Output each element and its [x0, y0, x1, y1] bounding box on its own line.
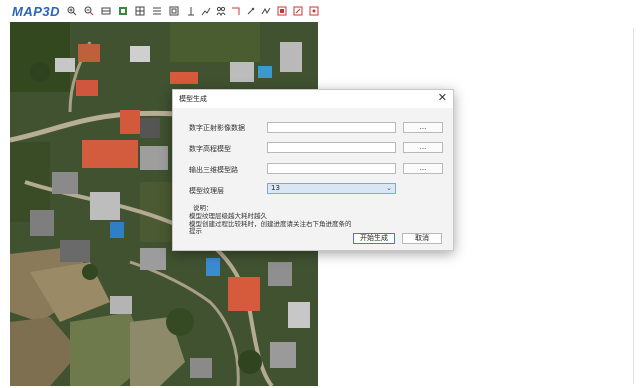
grid-icon[interactable] [135, 6, 145, 16]
close-icon[interactable]: ✕ [438, 91, 447, 105]
cancel-button[interactable]: 取消 [402, 233, 442, 244]
dom-path-input[interactable] [267, 122, 396, 133]
panel-divider [633, 28, 634, 384]
dem-label: 数字高程模型 [189, 145, 231, 153]
zoom-in-icon[interactable] [67, 6, 77, 16]
select-icon[interactable] [277, 6, 287, 16]
dom-browse-button[interactable]: ... [403, 122, 443, 133]
note-line-3: 提示 [189, 227, 202, 235]
edit-icon[interactable] [246, 6, 256, 16]
model-generation-dialog: 模型生成 ✕ 数字正射影像数据 ... 数字高程模型 ... 输出三维模型路 .… [172, 89, 454, 251]
texture-level-select[interactable]: 13 ⌄ [267, 183, 396, 194]
texture-level-value: 13 [271, 184, 280, 192]
crop-icon[interactable] [169, 6, 179, 16]
people-icon[interactable] [216, 6, 226, 16]
chevron-down-icon: ⌄ [386, 184, 392, 192]
app-logo: MAP3D [12, 4, 61, 19]
output-label: 输出三维模型路 [189, 166, 238, 174]
route-icon[interactable] [231, 6, 241, 16]
dem-path-input[interactable] [267, 142, 396, 153]
chart-icon[interactable] [201, 6, 211, 16]
output-path-input[interactable] [267, 163, 396, 174]
table-icon[interactable] [152, 6, 162, 16]
dialog-title-bar: 模型生成 ✕ [173, 90, 453, 108]
generate-button[interactable]: 开始生成 [353, 233, 395, 244]
toolbar: MAP3D [0, 0, 640, 22]
dem-browse-button[interactable]: ... [403, 142, 443, 153]
note-line-2: 模型创建过程比较耗时，创建进度请关注右下角进度条的 [189, 220, 352, 228]
zoom-out-icon[interactable] [84, 6, 94, 16]
output-browse-button[interactable]: ... [403, 163, 443, 174]
dom-label: 数字正射影像数据 [189, 124, 245, 132]
layers-icon[interactable] [118, 6, 128, 16]
measure-icon[interactable] [186, 6, 196, 16]
dialog-title: 模型生成 [179, 95, 207, 103]
texture-level-label: 模型纹理层 [189, 187, 224, 195]
pan-icon[interactable] [101, 6, 111, 16]
export-icon[interactable] [293, 6, 303, 16]
polyline-icon[interactable] [261, 6, 271, 16]
settings-icon[interactable] [309, 6, 319, 16]
